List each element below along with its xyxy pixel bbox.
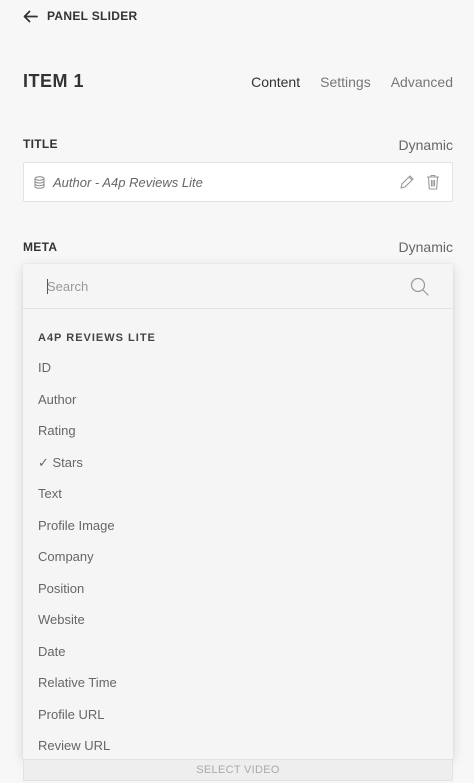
- search-icon[interactable]: [410, 277, 429, 296]
- tab-advanced[interactable]: Advanced: [391, 74, 453, 90]
- text-caret: [47, 279, 48, 294]
- option-company[interactable]: Company: [23, 541, 453, 573]
- title-field-value: Author - A4p Reviews Lite: [53, 174, 203, 190]
- option-profile-image[interactable]: Profile Image: [23, 510, 453, 542]
- option-relative-time[interactable]: Relative Time: [23, 667, 453, 699]
- option-author[interactable]: Author: [23, 384, 453, 416]
- option-stars[interactable]: ✓ Stars: [23, 447, 453, 479]
- database-icon: [34, 175, 45, 189]
- trash-icon[interactable]: [424, 173, 442, 191]
- back-button[interactable]: PANEL SLIDER: [23, 9, 138, 23]
- option-rating[interactable]: Rating: [23, 415, 453, 447]
- meta-field-label: META: [23, 240, 58, 254]
- title-field[interactable]: Author - A4p Reviews Lite: [23, 162, 453, 202]
- option-profile-url[interactable]: Profile URL: [23, 699, 453, 731]
- search-input[interactable]: [47, 278, 410, 294]
- option-date[interactable]: Date: [23, 636, 453, 668]
- dynamic-data-dropdown: A4P REVIEWS LITE ID Author Rating ✓ Star…: [23, 264, 453, 759]
- meta-dynamic-link[interactable]: Dynamic: [399, 239, 453, 255]
- pencil-icon[interactable]: [398, 173, 416, 191]
- option-position[interactable]: Position: [23, 573, 453, 605]
- option-website[interactable]: Website: [23, 604, 453, 636]
- tab-bar: Content Settings Advanced: [251, 74, 453, 90]
- item-title: ITEM 1: [23, 71, 85, 91]
- title-field-label: TITLE: [23, 137, 58, 151]
- option-review-url[interactable]: Review URL: [23, 730, 453, 759]
- tab-settings[interactable]: Settings: [320, 74, 371, 90]
- option-list: ID Author Rating ✓ Stars Text Profile Im…: [23, 344, 453, 759]
- title-dynamic-link[interactable]: Dynamic: [399, 137, 453, 153]
- back-label: PANEL SLIDER: [47, 9, 138, 23]
- search-row: [23, 264, 453, 309]
- tab-content[interactable]: Content: [251, 74, 300, 90]
- option-id[interactable]: ID: [23, 352, 453, 384]
- arrow-left-icon: [23, 10, 38, 22]
- option-text[interactable]: Text: [23, 478, 453, 510]
- option-group-heading: A4P REVIEWS LITE: [38, 332, 156, 344]
- select-video-button[interactable]: SELECT VIDEO: [23, 759, 453, 781]
- panel: PANEL SLIDER ITEM 1 Content Settings Adv…: [0, 0, 474, 783]
